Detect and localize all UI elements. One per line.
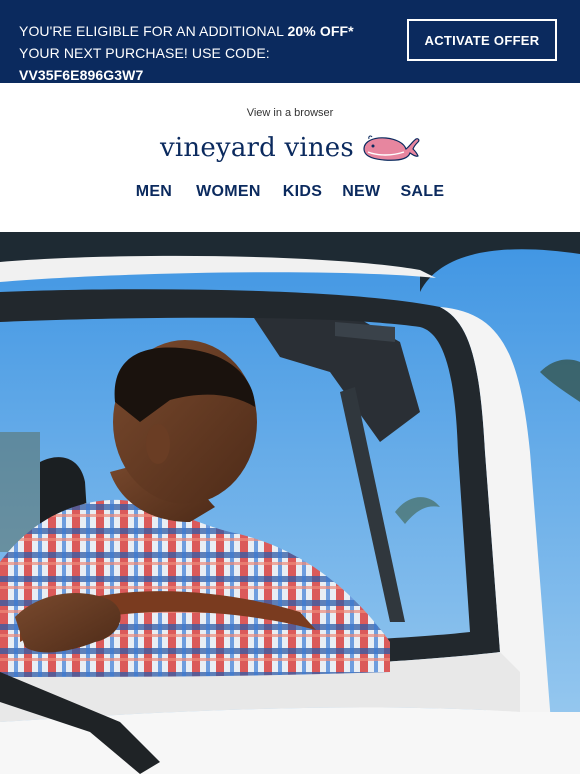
- promo-text-before: YOU'RE ELIGIBLE FOR AN ADDITIONAL: [19, 23, 288, 39]
- main-nav: MEN WOMEN KIDS NEW SALE: [0, 183, 580, 201]
- promo-text-middle: YOUR NEXT PURCHASE! USE CODE:: [19, 45, 270, 61]
- promo-text: YOU'RE ELIGIBLE FOR AN ADDITIONAL 20% OF…: [19, 20, 389, 86]
- activate-offer-button[interactable]: ACTIVATE OFFER: [407, 19, 557, 61]
- nav-men[interactable]: MEN: [126, 183, 182, 201]
- promo-banner: YOU'RE ELIGIBLE FOR AN ADDITIONAL 20% OF…: [0, 0, 580, 83]
- promo-code: VV35F6E896G3W7: [19, 67, 144, 83]
- brand-logo-wordmark: vineyard vines: [160, 133, 354, 163]
- nav-sale[interactable]: SALE: [390, 183, 454, 201]
- nav-kids[interactable]: KIDS: [273, 183, 332, 201]
- nav-new[interactable]: NEW: [332, 183, 390, 201]
- view-in-browser-link[interactable]: View in a browser: [0, 107, 580, 119]
- brand-logo[interactable]: vineyard vines: [160, 130, 422, 166]
- nav-women[interactable]: WOMEN: [186, 183, 271, 201]
- hero-image[interactable]: [0, 232, 580, 774]
- pink-whale-icon: [363, 135, 420, 161]
- hero-photo-man-driving: [0, 232, 580, 774]
- promo-discount: 20% OFF*: [287, 23, 354, 39]
